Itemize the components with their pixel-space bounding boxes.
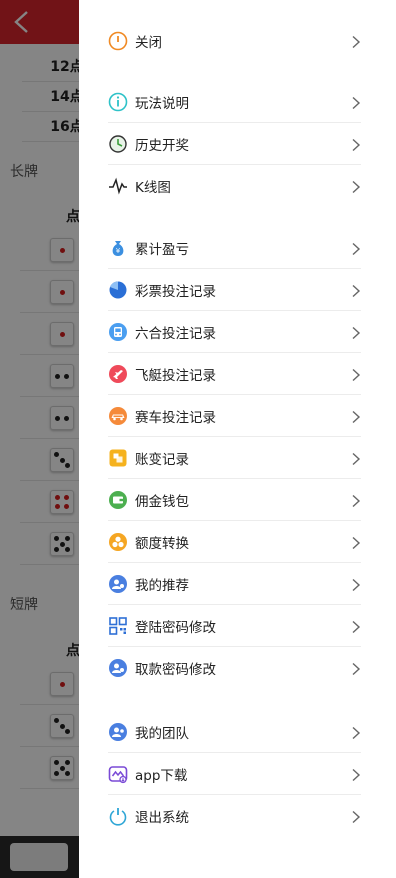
pie-chart-icon <box>108 280 128 300</box>
chevron-right-icon <box>351 283 361 297</box>
menu-label: 退出系统 <box>135 810 189 826</box>
bus-icon <box>108 322 128 342</box>
menu-label: 彩票投注记录 <box>135 283 216 300</box>
chevron-right-icon <box>351 179 361 194</box>
menu-item-my-recommend[interactable]: 我的推荐 <box>108 563 361 605</box>
menu-item-airship-records[interactable]: 飞艇投注记录 <box>108 353 361 395</box>
menu-label: 额度转换 <box>135 535 189 552</box>
menu-label: 累计盈亏 <box>135 241 189 258</box>
menu-label: 取款密码修改 <box>135 662 216 678</box>
kline-chart-icon <box>108 176 128 196</box>
menu-item-profit[interactable]: ¥ 累计盈亏 <box>108 227 361 269</box>
chevron-right-icon <box>351 493 361 507</box>
chevron-right-icon <box>351 535 361 549</box>
power-icon <box>108 31 128 51</box>
menu-item-kline[interactable]: K线图 <box>108 165 361 207</box>
menu-item-app-download[interactable]: app下载 <box>108 753 361 795</box>
side-drawer: 关闭 玩法说明 历史开奖 K线图 ¥ 累计盈亏 彩票投注记录 六合投注记录 飞艇… <box>79 0 396 878</box>
chevron-right-icon <box>351 619 361 633</box>
menu-item-lottery-records[interactable]: 彩票投注记录 <box>108 269 361 311</box>
app-download-icon <box>108 764 128 784</box>
menu-label: 历史开奖 <box>135 137 189 154</box>
menu-label: K线图 <box>135 180 171 196</box>
menu-label: 登陆密码修改 <box>135 619 216 636</box>
history-clock-icon <box>108 134 128 154</box>
menu-label: 玩法说明 <box>135 95 189 112</box>
chevron-right-icon <box>351 325 361 339</box>
menu-label: 赛车投注记录 <box>135 409 216 426</box>
menu-label: 我的推荐 <box>135 577 189 594</box>
menu-item-my-team[interactable]: 我的团队 <box>108 711 361 753</box>
transfer-coins-icon <box>108 532 128 552</box>
withdraw-user-icon <box>108 658 128 678</box>
chevron-right-icon <box>351 577 361 591</box>
race-car-icon <box>108 406 128 426</box>
menu-item-history[interactable]: 历史开奖 <box>108 123 361 165</box>
menu-label: 关闭 <box>135 35 162 51</box>
menu-label: 佣金钱包 <box>135 493 189 510</box>
money-bag-icon: ¥ <box>108 238 128 258</box>
menu-item-racing-records[interactable]: 赛车投注记录 <box>108 395 361 437</box>
menu-item-rules[interactable]: 玩法说明 <box>108 81 361 123</box>
menu-item-credit-transfer[interactable]: 额度转换 <box>108 521 361 563</box>
team-icon <box>108 722 128 742</box>
svg-text:¥: ¥ <box>116 247 121 255</box>
airplane-icon <box>108 364 128 384</box>
menu-item-commission-wallet[interactable]: 佣金钱包 <box>108 479 361 521</box>
logout-power-icon <box>108 806 128 826</box>
menu-item-liuhe-records[interactable]: 六合投注记录 <box>108 311 361 353</box>
menu-item-withdraw-password[interactable]: 取款密码修改 <box>108 647 361 689</box>
qr-grid-icon <box>108 616 128 636</box>
menu-item-account-changes[interactable]: 账变记录 <box>108 437 361 479</box>
chevron-right-icon <box>351 95 361 109</box>
chevron-right-icon <box>351 409 361 423</box>
chevron-right-icon <box>351 241 361 255</box>
menu-label: 我的团队 <box>135 725 189 742</box>
menu-item-close[interactable]: 关闭 <box>108 20 361 62</box>
ledger-icon <box>108 448 128 468</box>
recommend-user-icon <box>108 574 128 594</box>
chevron-right-icon <box>351 725 361 739</box>
menu-label: 六合投注记录 <box>135 325 216 342</box>
chevron-right-icon <box>351 137 361 151</box>
chevron-right-icon <box>351 367 361 381</box>
menu-label: 账变记录 <box>135 451 189 468</box>
chevron-right-icon <box>351 809 361 824</box>
menu-label: 飞艇投注记录 <box>135 367 216 384</box>
wallet-icon <box>108 490 128 510</box>
menu-item-logout[interactable]: 退出系统 <box>108 795 361 837</box>
menu-label: app下载 <box>135 767 188 784</box>
chevron-right-icon <box>351 451 361 465</box>
chevron-right-icon <box>351 767 361 781</box>
menu-item-login-password[interactable]: 登陆密码修改 <box>108 605 361 647</box>
chevron-right-icon <box>351 34 361 49</box>
info-icon <box>108 92 128 112</box>
chevron-right-icon <box>351 661 361 676</box>
